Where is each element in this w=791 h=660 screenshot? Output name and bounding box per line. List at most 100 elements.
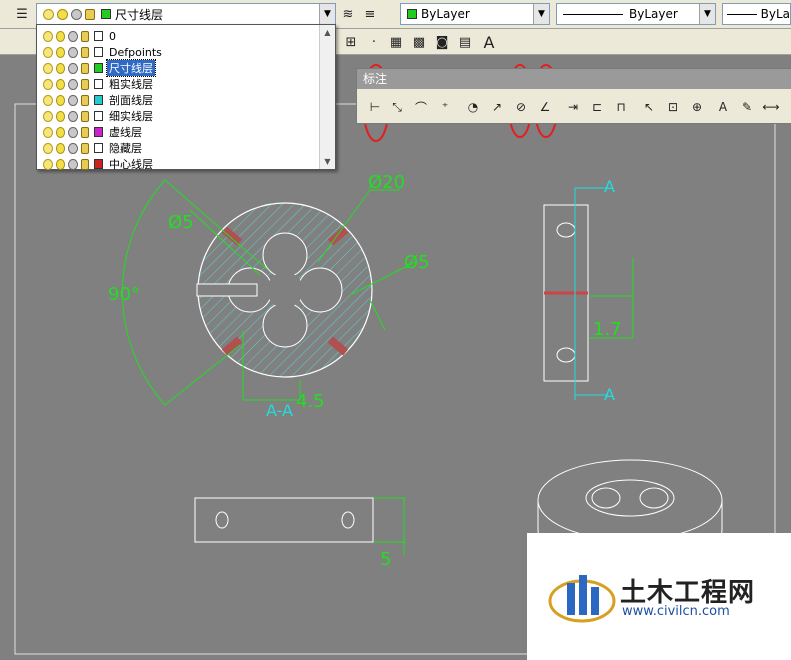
sun-icon[interactable] [55,62,66,74]
diameter-dim-icon[interactable]: ⊘ [511,97,531,117]
lock-icon[interactable] [80,30,90,42]
linear-dim-icon[interactable]: ⊢ [365,97,385,117]
bulb-icon[interactable] [43,62,53,74]
watermark-logo-icon [548,575,616,623]
sun-icon[interactable] [55,110,66,122]
layer-item[interactable]: 虚线层 [37,124,319,140]
layer-scrollbar[interactable]: ▲ ▼ [319,25,335,169]
radius-dim-icon[interactable]: ◔ [463,97,483,117]
layer-state-icons [37,30,107,42]
bulb-icon[interactable] [43,30,53,42]
sun-icon[interactable] [55,142,66,154]
lock-icon[interactable] [80,110,90,122]
layer-item[interactable]: 0 [37,28,319,44]
layer-color-swatch [94,127,103,137]
dia5-dim-text: Ø5 [168,212,194,233]
sun-icon[interactable] [55,158,66,170]
layer-item[interactable]: 细实线层 [37,108,319,124]
jogged-dim-icon[interactable]: ↗ [487,97,507,117]
layer-item-label: Defpoints [109,45,162,59]
scroll-up-icon[interactable]: ▲ [320,25,335,40]
bulb-icon[interactable] [43,110,53,122]
layer-color-swatch [94,95,103,105]
sun-icon[interactable] [55,30,66,42]
bulb-icon[interactable] [43,126,53,138]
layer-state-icons [37,126,107,138]
leader-icon[interactable]: ↖ [639,97,659,117]
layer-item[interactable]: 剖面线层 [37,92,319,108]
layer-item-label: 粗实线层 [109,78,153,91]
layer-dropdown[interactable]: ▲ ▼ 0 Defpoints 尺寸线层 粗实线层剖面线层细实线层 虚线层隐藏层中心线层 [36,24,336,172]
layer-item-label: 中心线层 [109,158,153,171]
tolerance-icon[interactable]: ⊡ [663,97,683,117]
dim-text-edit-icon[interactable]: ✎ [737,97,757,117]
freeze-icon[interactable] [68,110,78,122]
section-mark-top: A [604,177,615,196]
layer-state-icons [37,158,107,170]
bulb-icon[interactable] [43,78,53,90]
layer-color-swatch [94,143,103,153]
freeze-icon[interactable] [68,78,78,90]
layer-item-label: 细实线层 [109,110,153,123]
lock-icon[interactable] [80,142,90,154]
sun-icon[interactable] [55,94,66,106]
bulb-icon[interactable] [43,158,53,170]
freeze-icon[interactable] [68,62,78,74]
freeze-icon[interactable] [68,142,78,154]
quick-dim-icon[interactable]: ⇥ [563,97,583,117]
freeze-icon[interactable] [68,158,78,170]
len45-dim-text: 4.5 [296,391,325,412]
len5-dim-text: 5 [380,549,391,570]
layer-item[interactable]: 尺寸线层 [37,59,319,77]
bulb-icon[interactable] [43,142,53,154]
layer-item-label: 尺寸线层 [106,59,156,77]
layer-state-icons [37,78,107,90]
freeze-icon[interactable] [68,126,78,138]
round-part-section [196,202,373,378]
arc-length-icon[interactable]: ⌒ [411,97,431,117]
bulb-icon[interactable] [43,94,53,106]
continue-dim-icon[interactable]: ⊓ [611,97,631,117]
sun-icon[interactable] [55,126,66,138]
sun-icon[interactable] [55,46,66,58]
freeze-icon[interactable] [68,46,78,58]
lock-icon[interactable] [80,94,90,106]
angular-dim-icon[interactable]: ∠ [535,97,555,117]
bulb-icon[interactable] [43,46,53,58]
layer-item-label: 剖面线层 [109,94,153,107]
dimensions [122,179,634,555]
scroll-down-icon[interactable]: ▼ [320,154,335,169]
dim-edit-icon[interactable]: A [713,97,733,117]
center-mark-icon[interactable]: ⊕ [687,97,707,117]
layer-color-swatch [94,63,103,73]
lock-icon[interactable] [80,126,90,138]
clover-hole-bottom [262,302,308,348]
layer-color-swatch [94,111,103,121]
layer-item-label: 0 [109,29,116,43]
angle-dim-text: 90° [108,284,140,305]
dia5b-dim-text: Ø5 [404,252,430,273]
dim-update-icon[interactable]: ⟷ [761,97,781,117]
freeze-icon[interactable] [68,94,78,106]
sun-icon[interactable] [55,78,66,90]
dimension-toolbar: 标注 ⊢ ⤡ ⌒ ⁺ ◔ ↗ ⊘ ∠ ⇥ ⊏ ⊓ ↖ ⊡ ⊕ A ✎ ⟷ [356,68,791,124]
layer-item[interactable]: 中心线层 [37,156,319,172]
layer-color-swatch [94,79,103,89]
ordinate-dim-icon[interactable]: ⁺ [435,97,455,117]
lock-icon[interactable] [80,78,90,90]
layer-item-label: 隐藏层 [109,142,142,155]
layer-color-swatch [94,31,103,41]
layer-item[interactable]: 隐藏层 [37,140,319,156]
clover-center [267,272,303,308]
baseline-dim-icon[interactable]: ⊏ [587,97,607,117]
aligned-dim-icon[interactable]: ⤡ [387,97,407,117]
lock-icon[interactable] [80,158,90,170]
lock-icon[interactable] [80,46,90,58]
layer-state-icons [37,62,107,74]
lock-icon[interactable] [80,62,90,74]
freeze-icon[interactable] [68,30,78,42]
dimension-toolbar-title[interactable]: 标注 [357,69,791,89]
layer-state-icons [37,142,107,154]
layer-item[interactable]: Defpoints [37,44,319,60]
layer-item[interactable]: 粗实线层 [37,76,319,92]
